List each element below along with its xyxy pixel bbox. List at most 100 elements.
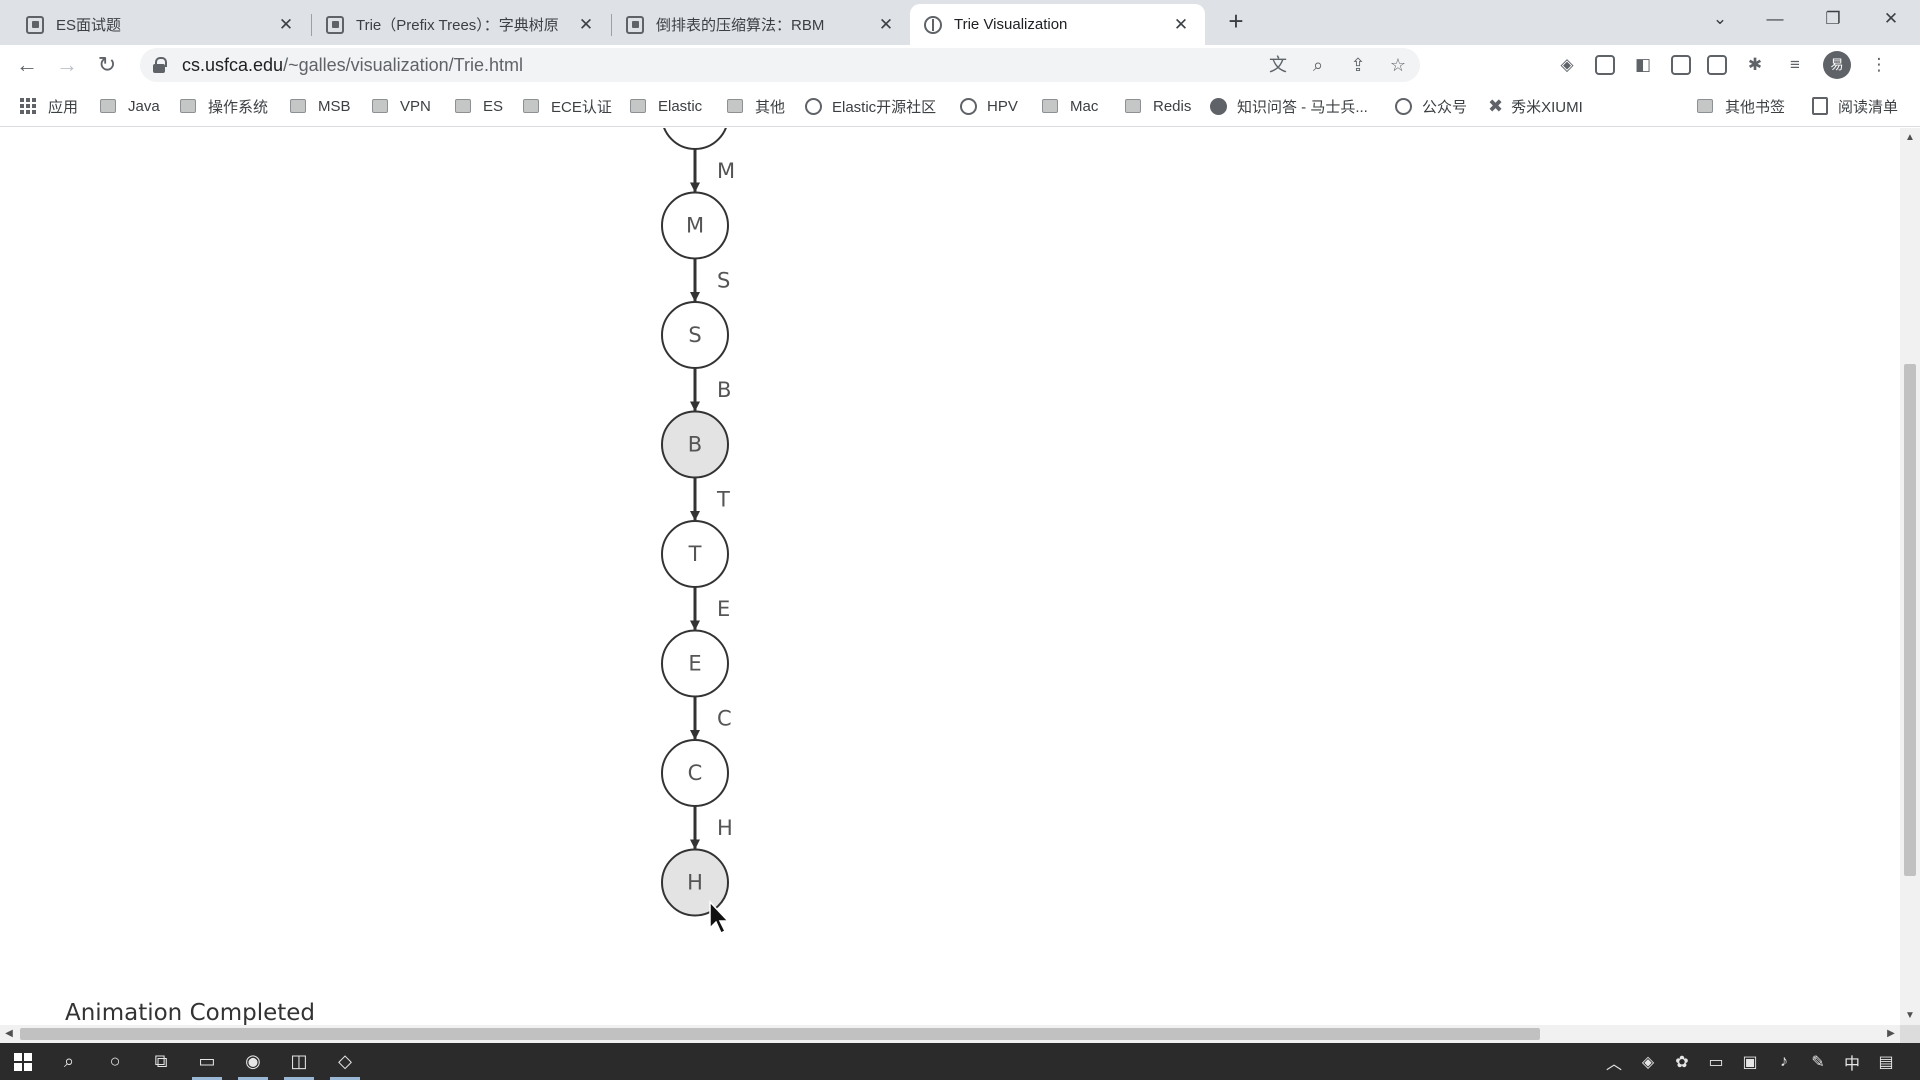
menu-kebab-icon[interactable]: ⋮	[1867, 53, 1891, 77]
network-icon[interactable]: ▣	[1740, 1052, 1760, 1072]
folder-icon	[100, 99, 116, 113]
tray-app-icon[interactable]: ▭	[1706, 1052, 1726, 1072]
tab-title: 倒排表的压缩算法：RBM	[656, 17, 825, 34]
reading-list-icon[interactable]: ≡	[1783, 53, 1807, 77]
share-icon[interactable]: ⇪	[1346, 53, 1370, 77]
store-icon[interactable]: ◫	[276, 1043, 322, 1080]
scroll-down-arrow-icon[interactable]: ▼	[1900, 1010, 1920, 1021]
task-view-icon[interactable]: ⧉	[138, 1043, 184, 1080]
page-viewport: M S B T E C H M S B T E C H Animation Completed	[0, 128, 1900, 1025]
close-icon[interactable]: ✕	[1171, 15, 1191, 35]
minimize-button[interactable]: —	[1750, 0, 1800, 38]
bookmark-mac[interactable]: Mac	[1042, 93, 1098, 119]
tab-title: Trie（Prefix Trees）：字典树原	[356, 17, 559, 34]
trie-canvas[interactable]: M S B T E C H M S B T E C H	[0, 128, 1900, 1025]
bookmark-qa[interactable]: 知识问答 - 马士兵...	[1210, 93, 1368, 119]
bookmark-os[interactable]: 操作系统	[180, 93, 268, 119]
cortana-icon[interactable]: ○	[92, 1043, 138, 1080]
scroll-right-arrow-icon[interactable]: ▶	[1882, 1025, 1900, 1043]
bookmark-apps[interactable]: 应用	[20, 93, 78, 119]
close-icon[interactable]: ✕	[876, 15, 896, 35]
tab-search-chevron-icon[interactable]: ⌄	[1695, 0, 1745, 38]
lock-icon[interactable]	[152, 57, 168, 73]
bookmark-star-icon[interactable]: ☆	[1386, 53, 1410, 77]
tab-strip: ES面试题 ✕ Trie（Prefix Trees）：字典树原 ✕ 倒排表的压缩…	[0, 0, 1920, 45]
bookmark-other[interactable]: 其他	[727, 93, 785, 119]
tab-trie-prefix[interactable]: Trie（Prefix Trees）：字典树原 ✕	[312, 4, 610, 45]
tray-expand-icon[interactable]: ︿	[1604, 1050, 1624, 1074]
page-icon	[626, 15, 644, 34]
extension-icon[interactable]	[1671, 55, 1691, 75]
bookmark-es[interactable]: ES	[455, 93, 503, 119]
bookmark-label: 应用	[48, 98, 79, 116]
extension-icon[interactable]: ◧	[1631, 53, 1655, 77]
bookmark-gongzhonghao[interactable]: 公众号	[1395, 93, 1467, 119]
folder-icon	[1125, 99, 1141, 113]
file-explorer-icon[interactable]: ▭	[184, 1043, 230, 1080]
tab-title: ES面试题	[56, 17, 122, 34]
forward-button[interactable]: →	[52, 50, 82, 80]
puzzle-extensions-icon[interactable]: ✱	[1743, 53, 1767, 77]
extensions-area: ◈ ◧ ✱ ≡ 易 ⋮	[1555, 50, 1891, 80]
close-icon[interactable]: ✕	[276, 15, 296, 35]
trie-edge-label: M	[717, 159, 735, 183]
mouse-cursor-icon	[709, 900, 730, 935]
tray-app-icon[interactable]: ✿	[1672, 1052, 1692, 1072]
translate-icon[interactable]: 文	[1266, 53, 1290, 77]
bookmark-elastic-community[interactable]: Elastic开源社区	[805, 93, 936, 119]
close-icon[interactable]: ✕	[576, 15, 596, 35]
xiumi-icon: ✖	[1488, 95, 1504, 116]
extension-icon[interactable]	[1707, 55, 1727, 75]
bookmark-label: Redis	[1153, 97, 1192, 115]
reload-button[interactable]: ↻	[92, 50, 122, 80]
vertical-scrollbar[interactable]: ▲ ▼	[1900, 128, 1920, 1025]
back-button[interactable]: ←	[12, 50, 42, 80]
start-button[interactable]	[0, 1043, 46, 1080]
bookmark-redis[interactable]: Redis	[1125, 93, 1191, 119]
bookmark-elastic[interactable]: Elastic	[630, 93, 702, 119]
app-icon[interactable]: ◇	[322, 1043, 368, 1080]
scroll-up-arrow-icon[interactable]: ▲	[1900, 132, 1920, 143]
new-tab-button[interactable]: +	[1221, 6, 1251, 36]
bookmark-label: Java	[128, 97, 160, 115]
extension-icon[interactable]: ◈	[1555, 53, 1579, 77]
address-bar[interactable]: cs.usfca.edu/~galles/visualization/Trie.…	[140, 48, 1420, 82]
tray-app-icon[interactable]: ◈	[1638, 1052, 1658, 1072]
horizontal-scrollbar[interactable]: ◀ ▶	[0, 1025, 1900, 1043]
bookmark-other-bookmarks[interactable]: 其他书签	[1697, 93, 1785, 119]
bookmark-label: ECE认证	[551, 98, 612, 116]
folder-icon	[180, 99, 196, 113]
bookmark-xiumi[interactable]: ✖ 秀米XIUMI	[1488, 93, 1583, 119]
bookmark-msb[interactable]: MSB	[290, 93, 351, 119]
avatar[interactable]: 易	[1823, 51, 1851, 79]
scrollbar-thumb[interactable]	[20, 1028, 1540, 1040]
bookmark-label: HPV	[987, 97, 1018, 115]
bookmark-reading-list[interactable]: 阅读清单	[1812, 93, 1898, 119]
extension-icon[interactable]	[1595, 55, 1615, 75]
globe-icon	[924, 15, 942, 34]
trie-edge-label: S	[717, 268, 730, 292]
notification-icon[interactable]: ▤	[1876, 1052, 1896, 1072]
bookmark-label: Mac	[1070, 97, 1099, 115]
bookmark-label: 其他	[755, 98, 786, 116]
tab-es-interview[interactable]: ES面试题 ✕	[12, 4, 310, 45]
search-icon[interactable]: ⌕	[46, 1043, 92, 1080]
restore-button[interactable]: ❐	[1808, 0, 1858, 38]
close-window-button[interactable]: ✕	[1866, 0, 1916, 38]
zoom-icon[interactable]: ⌕	[1306, 53, 1330, 77]
bookmark-vpn[interactable]: VPN	[372, 93, 431, 119]
globe-icon	[960, 97, 977, 115]
chrome-icon[interactable]: ◉	[230, 1043, 276, 1080]
volume-icon[interactable]: ♪	[1774, 1053, 1794, 1071]
tab-rbm[interactable]: 倒排表的压缩算法：RBM ✕	[612, 4, 910, 45]
url-host: cs.usfca.edu	[182, 54, 284, 75]
ime-indicator[interactable]: 中	[1842, 1050, 1862, 1074]
scroll-left-arrow-icon[interactable]: ◀	[0, 1025, 18, 1043]
bookmark-java[interactable]: Java	[100, 93, 160, 119]
tab-title: Trie Visualization	[954, 16, 1068, 33]
bookmark-hpv[interactable]: HPV	[960, 93, 1018, 119]
pen-icon[interactable]: ✎	[1808, 1052, 1828, 1072]
scrollbar-thumb[interactable]	[1904, 364, 1916, 876]
tab-trie-visualization[interactable]: Trie Visualization ✕	[910, 4, 1205, 45]
bookmark-ece[interactable]: ECE认证	[523, 93, 612, 119]
